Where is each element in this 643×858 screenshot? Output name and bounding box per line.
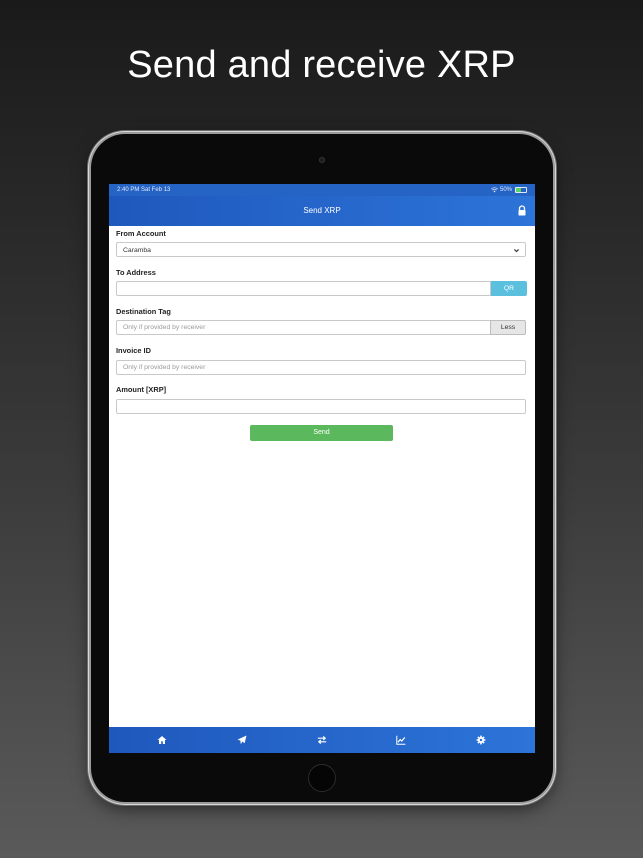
tab-home[interactable] (132, 727, 192, 753)
headline: Send and receive XRP (127, 44, 516, 86)
from-account-select[interactable]: Caramba (116, 242, 526, 257)
home-icon (157, 736, 167, 744)
chevron-down-icon (514, 249, 519, 253)
invoice-id-input[interactable] (116, 360, 526, 375)
tab-bar (109, 727, 535, 753)
battery-icon (515, 187, 527, 193)
to-address-input[interactable] (116, 281, 491, 296)
status-right: 50% (490, 184, 527, 196)
tab-settings[interactable] (451, 727, 511, 753)
tab-exchange[interactable] (292, 727, 352, 753)
tablet-frame: 2:40 PM Sat Feb 13 50% Send XRP From Acc… (91, 134, 553, 802)
destination-tag-label: Destination Tag (116, 307, 171, 316)
nav-bar: Send XRP (109, 196, 535, 226)
to-address-label: To Address (116, 268, 156, 277)
amount-label: Amount [XRP] (116, 385, 167, 394)
amount-input[interactable] (116, 399, 526, 414)
status-time-date: 2:40 PM Sat Feb 13 (117, 187, 171, 193)
from-account-value: Caramba (123, 247, 151, 254)
app-screen: 2:40 PM Sat Feb 13 50% Send XRP From Acc… (109, 184, 535, 753)
from-account-label: From Account (116, 229, 166, 238)
home-button[interactable] (308, 764, 336, 792)
tab-chart[interactable] (371, 727, 431, 753)
battery-percent: 50% (499, 187, 512, 193)
paper-plane-icon (237, 735, 247, 745)
destination-tag-input[interactable] (116, 320, 491, 335)
front-camera (319, 157, 325, 163)
gear-icon (476, 735, 486, 745)
exchange-icon (317, 735, 327, 745)
lock-icon[interactable] (517, 205, 527, 217)
invoice-id-label: Invoice ID (116, 346, 151, 355)
line-chart-icon (396, 735, 406, 745)
tab-send[interactable] (212, 727, 272, 753)
status-bar: 2:40 PM Sat Feb 13 50% (109, 184, 535, 196)
wifi-icon (490, 187, 498, 193)
send-button[interactable]: Send (250, 425, 393, 441)
less-button[interactable]: Less (490, 320, 526, 335)
qr-button[interactable]: QR (491, 281, 527, 296)
page-title: Send XRP (303, 206, 341, 215)
